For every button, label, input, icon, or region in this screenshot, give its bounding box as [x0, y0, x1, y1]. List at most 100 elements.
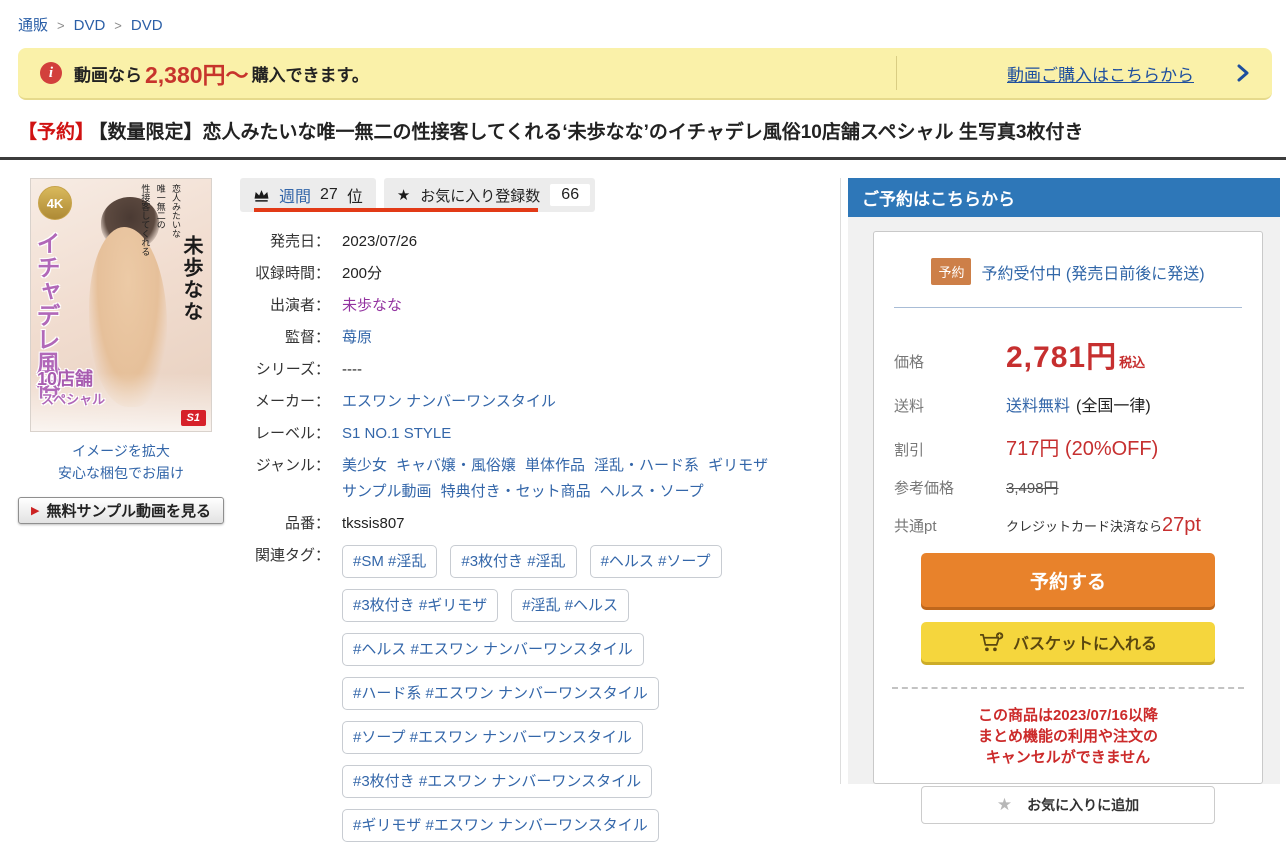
preorder-status-text: 予約受付中 (発売日前後に発送): [981, 260, 1204, 284]
product-code-value: tkssis807: [342, 513, 405, 534]
series-value: ----: [342, 359, 362, 380]
banner-text-prefix: 動画なら: [74, 61, 142, 86]
cover-actress-name: 未歩なな: [177, 235, 206, 323]
detail-label: レーベル：: [240, 423, 330, 444]
image-zoom-link[interactable]: イメージを拡大: [18, 440, 224, 462]
free-shipping-link[interactable]: 送料無料: [1006, 392, 1070, 416]
star-icon: ★: [997, 795, 1012, 815]
page-title: 【予約】【数量限定】恋人みたいな唯一無二の性接客してくれる‘未歩なな’のイチャデ…: [0, 100, 1286, 160]
genre-link[interactable]: 単体作品: [525, 455, 585, 476]
price-label: 価格: [894, 351, 1006, 372]
detail-row-tags: 関連タグ： #SM #淫乱#3枚付き #淫乱#ヘルス #ソープ#3枚付き #ギリ…: [240, 545, 840, 842]
performer-link[interactable]: 未歩なな: [342, 295, 402, 316]
order-box: 予約 予約受付中 (発売日前後に発送) 価格 2,781円 税込 送料 送料無料: [873, 231, 1263, 784]
warning-line: まとめ機能の利用や注文の: [874, 726, 1262, 747]
preorder-status-badge: 予約: [931, 258, 971, 285]
product-cover-image[interactable]: 恋人みたいな 唯一無二の 性接客してくれる 未歩なな イチャデレ風俗 10店舗 …: [30, 178, 212, 432]
detail-label: 収録時間：: [240, 263, 330, 284]
add-to-basket-button[interactable]: バスケットに入れる: [921, 622, 1215, 662]
price-row: 価格 2,781円 税込: [894, 332, 1242, 376]
favorite-count-label: お気に入り登録数: [420, 185, 540, 206]
cover-title-tail: スペシャル: [41, 389, 105, 408]
genre-link[interactable]: サンプル動画: [342, 481, 432, 502]
favorite-count-badge: ★ お気に入り登録数 66: [384, 178, 595, 212]
tag-pill[interactable]: #3枚付き #淫乱: [450, 545, 576, 578]
genre-link[interactable]: 淫乱・ハード系: [594, 455, 699, 476]
detail-row-label: レーベル： S1 NO.1 STYLE: [240, 423, 840, 444]
director-link[interactable]: 苺原: [342, 327, 372, 348]
cart-plus-icon: [979, 632, 1004, 653]
banner-text-suffix: 購入できます。: [252, 61, 369, 86]
add-to-favorites-button[interactable]: ★ お気に入りに追加: [921, 786, 1215, 824]
tag-pill[interactable]: #SM #淫乱: [342, 545, 437, 578]
release-date-value: 2023/07/26: [342, 231, 417, 252]
detail-label: メーカー：: [240, 391, 330, 412]
detail-label: 監督：: [240, 327, 330, 348]
detail-row-code: 品番： tkssis807: [240, 513, 840, 534]
tag-pill[interactable]: #3枚付き #エスワン ナンバーワンスタイル: [342, 765, 652, 798]
discount-label: 割引: [894, 439, 1006, 460]
cancel-warning: この商品は2023/07/16以降まとめ機能の利用や注文のキャンセルができません: [874, 705, 1262, 768]
favorite-count-value: 66: [550, 184, 590, 206]
tax-included-label: 税込: [1119, 352, 1145, 371]
tag-pill[interactable]: #淫乱 #ヘルス: [511, 589, 629, 622]
reserve-button[interactable]: 予約する: [921, 553, 1215, 607]
free-sample-video-button[interactable]: ▶ 無料サンプル動画を見る: [18, 497, 224, 524]
tag-pill[interactable]: #ヘルス #ソープ: [590, 545, 722, 578]
tag-pill[interactable]: #ギリモザ #エスワン ナンバーワンスタイル: [342, 809, 659, 842]
detail-row-director: 監督： 苺原: [240, 327, 840, 348]
status-divider: [894, 307, 1242, 308]
detail-row-maker: メーカー： エスワン ナンバーワンスタイル: [240, 391, 840, 412]
reference-price-row: 参考価格 3,498円: [894, 477, 1242, 498]
product-title-text: 【数量限定】恋人みたいな唯一無二の性接客してくれる‘未歩なな’のイチャデレ風俗1…: [98, 122, 1083, 143]
shipping-row: 送料 送料無料 (全国一律): [894, 392, 1242, 416]
breadcrumb-link-shop[interactable]: 通販: [18, 17, 48, 34]
detail-row-performer: 出演者： 未歩なな: [240, 295, 840, 316]
tag-pill[interactable]: #ソープ #エスワン ナンバーワンスタイル: [342, 721, 643, 754]
genre-link[interactable]: 美少女: [342, 455, 387, 476]
breadcrumb-link-dvd[interactable]: DVD: [74, 17, 106, 34]
rank-underline-decoration: [254, 208, 538, 212]
video-purchase-link[interactable]: 動画ご購入はこちらから: [1007, 61, 1194, 86]
dashed-divider: [892, 687, 1244, 689]
weekly-rank-link[interactable]: 週間: [279, 183, 311, 207]
detail-label: 品番：: [240, 513, 330, 534]
genre-link[interactable]: キャバ嬢・風俗嬢: [396, 455, 516, 476]
genre-links: 美少女キャバ嬢・風俗嬢単体作品淫乱・ハード系ギリモザサンプル動画特典付き・セット…: [342, 455, 840, 502]
detail-row-genre: ジャンル： 美少女キャバ嬢・風俗嬢単体作品淫乱・ハード系ギリモザサンプル動画特典…: [240, 455, 840, 502]
price-value: 2,781円: [1006, 332, 1117, 376]
genre-link[interactable]: 特典付き・セット商品: [441, 481, 591, 502]
detail-row-release: 発売日： 2023/07/26: [240, 231, 840, 252]
maker-link[interactable]: エスワン ナンバーワンスタイル: [342, 391, 556, 412]
warning-line: この商品は2023/07/16以降: [874, 705, 1262, 726]
s1-brand-logo: S1: [181, 410, 206, 426]
price-table: 価格 2,781円 税込 送料 送料無料 (全国一律) 割引 717円 (20%…: [874, 332, 1262, 537]
info-icon: i: [40, 62, 62, 84]
discount-value: 717円 (20%OFF): [1006, 432, 1158, 461]
reference-price-label: 参考価格: [894, 477, 1006, 498]
tag-pill[interactable]: #3枚付き #ギリモザ: [342, 589, 498, 622]
detail-label: 発売日：: [240, 231, 330, 252]
points-note: クレジットカード決済なら: [1006, 516, 1162, 535]
genre-link[interactable]: ギリモザ: [708, 455, 768, 476]
shipping-label: 送料: [894, 395, 1006, 416]
breadcrumb-link-dvd-2[interactable]: DVD: [131, 17, 163, 34]
discount-row: 割引 717円 (20%OFF): [894, 432, 1242, 461]
cover-caption: イメージを拡大 安心な梱包でお届け: [18, 440, 224, 484]
tag-pill[interactable]: #ヘルス #エスワン ナンバーワンスタイル: [342, 633, 644, 666]
packing-info-link[interactable]: 安心な梱包でお届け: [18, 462, 224, 484]
4k-badge-icon: 4K: [38, 186, 72, 220]
ranking-row: 週間 27 位 ★ お気に入り登録数 66: [240, 178, 595, 212]
tag-pill[interactable]: #ハード系 #エスワン ナンバーワンスタイル: [342, 677, 659, 710]
star-icon: ★: [397, 186, 410, 204]
detail-label: シリーズ：: [240, 359, 330, 380]
reference-price-value: 3,498円: [1006, 477, 1059, 498]
play-icon: ▶: [31, 504, 39, 517]
detail-label: 出演者：: [240, 295, 330, 316]
chevron-right-icon[interactable]: [1236, 64, 1250, 82]
main-content: 恋人みたいな 唯一無二の 性接客してくれる 未歩なな イチャデレ風俗 10店舗 …: [0, 160, 1286, 784]
product-details: 週間 27 位 ★ お気に入り登録数 66 発売日： 2023/07/26 収録…: [230, 178, 840, 784]
genre-link[interactable]: ヘルス・ソープ: [600, 481, 704, 502]
label-link[interactable]: S1 NO.1 STYLE: [342, 423, 451, 444]
cover-title-sub: 10店舗: [37, 365, 93, 391]
